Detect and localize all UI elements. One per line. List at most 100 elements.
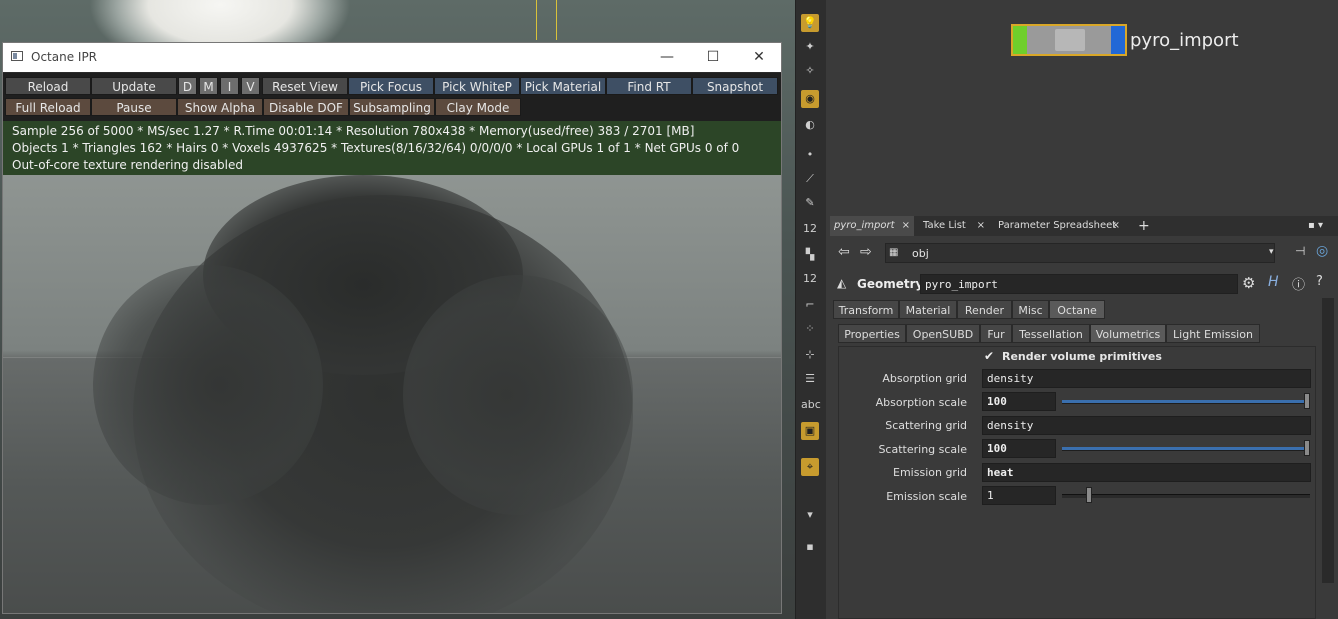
volumetrics-parameters: ✔ Render volume primitives Absorption gr… bbox=[838, 346, 1316, 619]
snapshot-button[interactable]: Snapshot bbox=[692, 77, 778, 95]
close-icon[interactable]: × bbox=[977, 216, 985, 236]
close-button[interactable]: ✕ bbox=[737, 46, 781, 68]
render-volume-checkbox[interactable]: ✔ bbox=[984, 349, 994, 363]
update-button[interactable]: Update bbox=[91, 77, 177, 95]
render-view[interactable] bbox=[3, 175, 781, 613]
display-menu-icon[interactable]: ▪ bbox=[801, 538, 819, 556]
image-icon[interactable]: ▣ bbox=[801, 422, 819, 440]
point-icon[interactable]: • bbox=[801, 146, 819, 164]
render-flag[interactable] bbox=[1111, 26, 1125, 54]
show-alpha-button[interactable]: Show Alpha bbox=[177, 98, 263, 116]
forward-arrow-icon[interactable]: ⇨ bbox=[860, 244, 872, 260]
find-rt-button[interactable]: Find RT bbox=[606, 77, 692, 95]
tab-volumetrics[interactable]: Volumetrics bbox=[1090, 324, 1166, 343]
help-icon[interactable]: ? bbox=[1316, 274, 1323, 289]
pyro-import-node[interactable] bbox=[1011, 24, 1127, 56]
node-label: pyro_import bbox=[1130, 30, 1239, 51]
minimize-button[interactable]: — bbox=[645, 46, 689, 68]
smoke-right bbox=[403, 275, 633, 515]
tab-transform[interactable]: Transform bbox=[833, 300, 899, 319]
tab-opensubd[interactable]: OpenSUBD bbox=[906, 324, 980, 343]
tab-fur[interactable]: Fur bbox=[980, 324, 1012, 343]
absorption-scale-thumb[interactable] bbox=[1304, 393, 1310, 409]
display-flag[interactable] bbox=[1013, 26, 1027, 54]
chevron-down-icon[interactable]: ▾ bbox=[1269, 247, 1274, 257]
pane-menu-icon[interactable]: ▪ ▾ bbox=[1304, 216, 1334, 236]
pin-pane-icon[interactable]: ⊣ bbox=[1295, 244, 1305, 258]
paint-icon[interactable]: ▚ bbox=[801, 246, 819, 264]
emission-scale-thumb[interactable] bbox=[1086, 487, 1092, 503]
pick-whitep-button[interactable]: Pick WhiteP bbox=[434, 77, 520, 95]
absorption-grid-label: Absorption grid bbox=[882, 372, 967, 385]
tab-label: Take List bbox=[923, 220, 966, 231]
disable-dof-button[interactable]: Disable DOF bbox=[263, 98, 349, 116]
pick-material-button[interactable]: Pick Material bbox=[520, 77, 606, 95]
tab-material[interactable]: Material bbox=[899, 300, 957, 319]
tab-render[interactable]: Render bbox=[957, 300, 1012, 319]
tab-light-emission[interactable]: Light Emission bbox=[1166, 324, 1260, 343]
light-bulb-icon[interactable]: 💡 bbox=[801, 14, 819, 32]
emission-scale-input[interactable]: 1 bbox=[982, 486, 1056, 505]
tab-octane[interactable]: Octane bbox=[1049, 300, 1105, 319]
window-titlebar[interactable]: Octane IPR — ☐ ✕ bbox=[3, 43, 781, 72]
path-bar: ⇦ ⇨ obj ▦ ▾ ⊣ ◎ bbox=[830, 239, 1338, 267]
parameter-scrollbar[interactable] bbox=[1322, 298, 1334, 583]
full-reload-button[interactable]: Full Reload bbox=[5, 98, 91, 116]
snap-icon[interactable]: ⁘ bbox=[801, 320, 819, 338]
window-title: Octane IPR bbox=[31, 50, 98, 64]
node-name-input[interactable]: pyro_import bbox=[920, 274, 1238, 294]
add-tab-button[interactable]: + bbox=[1134, 216, 1154, 236]
pin-icon[interactable]: ⌖ bbox=[801, 458, 819, 476]
absorption-grid-input[interactable]: density bbox=[982, 369, 1311, 388]
d-toggle-button[interactable]: D bbox=[178, 77, 197, 95]
pause-button[interactable]: Pause bbox=[91, 98, 177, 116]
light-add-icon[interactable]: ✧ bbox=[801, 62, 819, 80]
list-icon[interactable]: ☰ bbox=[801, 370, 819, 388]
paint-12-icon[interactable]: 12 bbox=[801, 270, 819, 288]
houdini-help-icon[interactable]: H bbox=[1268, 274, 1279, 290]
pen-icon[interactable]: ✎ bbox=[801, 194, 819, 212]
brush-icon[interactable]: ⟋ bbox=[801, 170, 819, 188]
m-toggle-button[interactable]: M bbox=[199, 77, 218, 95]
absorption-scale-input[interactable]: 100 bbox=[982, 392, 1056, 411]
pick-focus-button[interactable]: Pick Focus bbox=[348, 77, 434, 95]
tab-misc[interactable]: Misc bbox=[1012, 300, 1049, 319]
path-field[interactable]: obj bbox=[885, 243, 1275, 263]
tab-tessellation[interactable]: Tessellation bbox=[1012, 324, 1090, 343]
v-toggle-button[interactable]: V bbox=[241, 77, 260, 95]
info-icon[interactable]: ⓘ bbox=[1292, 274, 1305, 293]
gear-icon[interactable]: ⚙ bbox=[1242, 274, 1255, 292]
obj-context-icon: ▦ bbox=[889, 247, 899, 258]
handle-icon[interactable]: ⊹ bbox=[801, 346, 819, 364]
scattering-grid-input[interactable]: density bbox=[982, 416, 1311, 435]
guide-line bbox=[556, 0, 557, 40]
close-icon[interactable]: × bbox=[1112, 216, 1120, 236]
node-type-label: Geometry bbox=[857, 277, 924, 291]
close-icon[interactable]: × bbox=[902, 216, 910, 236]
chevron-down-icon[interactable]: ▾ bbox=[801, 506, 819, 524]
tab-properties[interactable]: Properties bbox=[838, 324, 906, 343]
visibility-icon[interactable]: ◐ bbox=[801, 116, 819, 134]
link-icon[interactable]: ◎ bbox=[1316, 243, 1328, 259]
maximize-button[interactable]: ☐ bbox=[691, 46, 735, 68]
emission-scale-slider[interactable] bbox=[1062, 494, 1310, 498]
curve-icon[interactable]: ⌐ bbox=[801, 296, 819, 314]
emission-grid-label: Emission grid bbox=[893, 466, 967, 479]
subsampling-button[interactable]: Subsampling bbox=[349, 98, 435, 116]
network-editor[interactable]: pyro_import bbox=[828, 0, 1338, 210]
light-icon[interactable]: ✦ bbox=[801, 38, 819, 56]
tab-parameter-spreadsheet[interactable]: Parameter Spreadsheet × bbox=[994, 216, 1124, 236]
camera-toggle-icon[interactable]: ◉ bbox=[801, 90, 819, 108]
reset-view-button[interactable]: Reset View bbox=[262, 77, 348, 95]
back-arrow-icon[interactable]: ⇦ bbox=[838, 244, 850, 260]
clay-mode-button[interactable]: Clay Mode bbox=[435, 98, 521, 116]
scattering-scale-thumb[interactable] bbox=[1304, 440, 1310, 456]
reload-button[interactable]: Reload bbox=[5, 77, 91, 95]
shelf-12-icon[interactable]: 12 bbox=[801, 220, 819, 238]
tab-pyro-import[interactable]: pyro_import × bbox=[830, 216, 914, 236]
tab-take-list[interactable]: Take List × bbox=[919, 216, 989, 236]
emission-grid-input[interactable]: heat bbox=[982, 463, 1311, 482]
i-toggle-button[interactable]: I bbox=[220, 77, 239, 95]
abc-text-icon[interactable]: abc bbox=[801, 396, 821, 414]
scattering-scale-input[interactable]: 100 bbox=[982, 439, 1056, 458]
